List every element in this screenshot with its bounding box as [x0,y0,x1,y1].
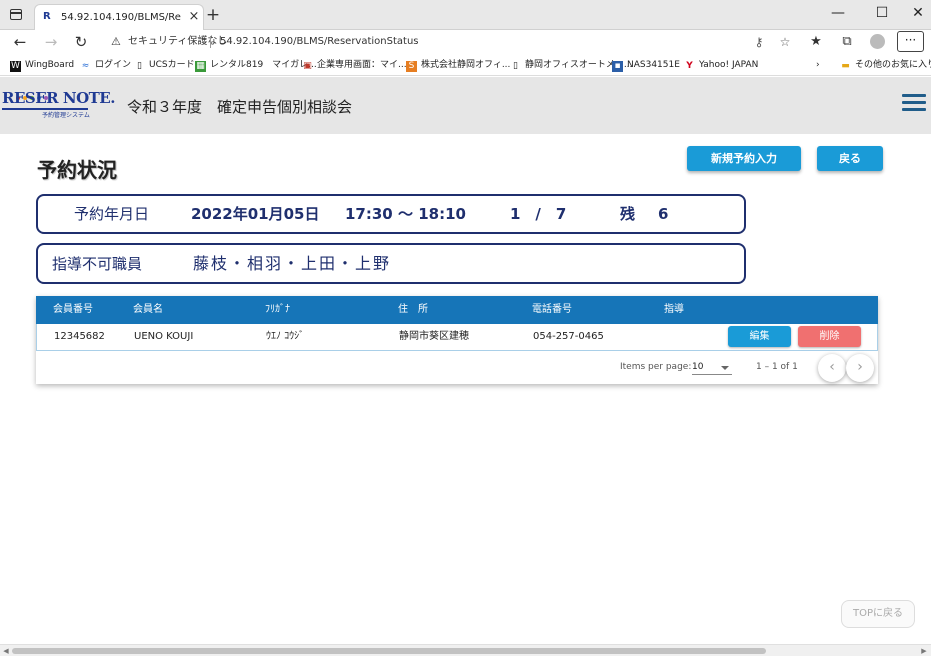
reservation-info-box: 予約年月日 2022年01月05日 17:30 ～ 18:10 1 / 7 残 … [36,194,746,234]
bookmark-wingboard[interactable]: W WingBoard [10,57,74,73]
reservation-time: 17:30 ～ 18:10 [345,205,466,223]
remaining-label: 残 [620,205,636,223]
logo-text: RESER NOTE. [2,89,115,107]
bookmarks-bar: W WingBoard ≈ ログイン ▯ UCSカード ▦ レンタル819 マイガレ..… [0,54,931,76]
staff-info-box: 指導不可職員 藤枝・相羽・上田・上野 [36,243,746,284]
favorites-icon[interactable]: ★ [807,33,825,51]
tab-title: 54.92.104.190/BLMS/Reservation [61,12,181,23]
cell-phone: 054-257-0465 [533,331,604,342]
bookmarks-overflow-icon[interactable]: › [816,57,820,73]
wingboard-icon: W [10,61,21,72]
staff-label: 指導不可職員 [52,255,143,273]
items-per-page-label: Items per page: [620,362,692,372]
browser-tab[interactable]: R 54.92.104.190/BLMS/Reservation × [34,4,204,30]
page-icon: ▯ [513,61,518,71]
scroll-left-icon[interactable]: ◀ [1,646,11,656]
edit-button[interactable]: 編集 [728,326,791,347]
forward-icon[interactable]: → [41,33,61,51]
scroll-right-icon[interactable]: ▶ [919,646,929,656]
close-tab-icon[interactable]: × [187,9,201,25]
office-icon: S [406,61,417,72]
scrollbar-thumb[interactable] [12,648,766,654]
bookmark-company[interactable]: ▣ 企業専用画面：マイ... [302,57,406,73]
maximize-icon[interactable]: ☐ [870,3,894,23]
url-divider [210,36,211,48]
remaining-count: 6 [658,205,669,223]
profile-avatar[interactable] [870,34,885,49]
add-favorite-icon[interactable]: ☆ [777,34,793,50]
back-to-top-button[interactable]: TOPに戻る [841,600,915,628]
pagination-range: 1 – 1 of 1 [756,362,798,372]
login-icon: ≈ [81,61,90,71]
hamburger-menu-icon[interactable] [902,94,926,112]
chevron-down-icon[interactable] [721,366,729,370]
page-title: 予約状況 [37,158,117,182]
bookmark-rental[interactable]: ▦ レンタル819 マイガレ... [195,57,317,73]
header-address[interactable]: 住 所 [398,296,428,324]
insecure-label[interactable]: セキュリティ保護なし [128,35,227,49]
bookmark-login[interactable]: ≈ ログイン [80,57,131,73]
app-header: RESER NOTE. 予約管理システム 令和３年度 確定申告個別相談会 [0,77,931,134]
header-member-name[interactable]: 会員名 [133,296,163,324]
more-menu-button[interactable]: ··· [897,31,924,52]
event-title: 令和３年度 確定申告個別相談会 [127,98,353,116]
url-text[interactable]: 54.92.104.190/BLMS/ReservationStatus [220,35,419,49]
company-icon: ▣ [303,61,312,71]
new-reservation-button[interactable]: 新規予約入力 [687,146,801,171]
next-page-icon[interactable]: › [846,354,874,382]
header-phone[interactable]: 電話番号 [532,296,572,324]
other-favorites[interactable]: ▬ その他のお気に入り [840,57,931,73]
url-field[interactable]: ⚠ セキュリティ保護なし 54.92.104.190/BLMS/Reservat… [103,32,803,52]
browser-tab-bar: R 54.92.104.190/BLMS/Reservation × + — ☐… [0,0,931,30]
bookmark-yahoo[interactable]: Y Yahoo! JAPAN [684,57,758,73]
horizontal-scrollbar[interactable]: ◀ ▶ [0,644,931,656]
reservation-table: 会員番号 会員名 ﾌﾘｶﾞﾅ 住 所 電話番号 指導 12345682 UENO… [36,296,878,384]
header-kana[interactable]: ﾌﾘｶﾞﾅ [265,296,290,324]
new-tab-icon[interactable]: + [205,7,221,24]
address-bar-row: ← → ↻ ⚠ セキュリティ保護なし 54.92.104.190/BLMS/Re… [0,30,931,54]
folder-icon: ▬ [841,61,850,71]
reservation-count: 1 / 7 [510,205,567,223]
reload-icon[interactable]: ↻ [71,33,91,51]
reser-note-logo[interactable]: RESER NOTE. 予約管理システム [2,85,115,127]
reservation-date: 2022年01月05日 [191,205,320,223]
table-header: 会員番号 会員名 ﾌﾘｶﾞﾅ 住 所 電話番号 指導 [36,296,878,324]
logo-subtitle: 予約管理システム [42,112,90,119]
cell-kana: ｳｴﾉ ｺｳｼﾞ [266,331,305,342]
header-member-no[interactable]: 会員番号 [53,296,93,324]
cell-address: 静岡市葵区建穂 [399,331,469,342]
collections-icon[interactable]: ⧉ [838,33,856,51]
reservation-date-label: 予約年月日 [74,205,150,223]
rental-icon: ▦ [195,61,206,72]
site-favicon-icon: R [43,11,51,22]
table-row[interactable]: 12345682 UENO KOUJI ｳｴﾉ ｺｳｼﾞ 静岡市葵区建穂 054… [36,324,878,351]
back-icon[interactable]: ← [10,33,30,51]
back-button[interactable]: 戻る [817,146,883,171]
key-icon[interactable]: ⚷ [751,34,767,50]
page-icon: ▯ [137,61,142,71]
prev-page-icon[interactable]: ‹ [818,354,846,382]
bookmark-nas[interactable]: ▪ NAS34151E [612,57,680,73]
header-guidance[interactable]: 指導 [664,296,684,324]
warning-icon[interactable]: ⚠ [111,35,125,49]
staff-names: 藤枝・相羽・上田・上野 [193,254,392,273]
delete-button[interactable]: 削除 [798,326,861,347]
bookmark-ucs[interactable]: ▯ UCSカード [134,57,195,73]
tab-actions-icon[interactable] [10,9,22,20]
nas-icon: ▪ [612,61,623,72]
yahoo-icon: Y [686,61,693,71]
close-window-icon[interactable]: ✕ [906,3,930,23]
minimize-icon[interactable]: — [826,3,850,23]
cell-member-name: UENO KOUJI [134,331,194,342]
bookmark-office[interactable]: S 株式会社静岡オフィ... [406,57,510,73]
cell-member-no: 12345682 [54,331,105,342]
